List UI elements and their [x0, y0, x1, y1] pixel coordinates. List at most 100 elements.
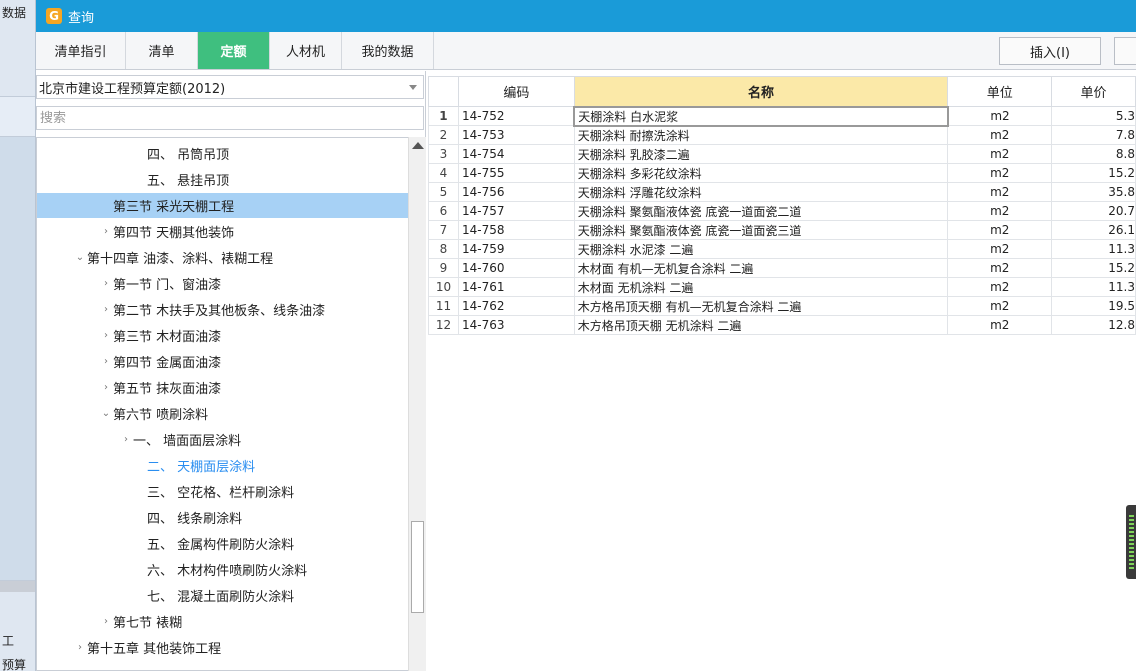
- cell-name[interactable]: 木材面 有机—无机复合涂料 二遍: [573, 258, 949, 278]
- cell-code[interactable]: 14-756: [457, 182, 575, 202]
- tree-chevron-icon[interactable]: ⌄: [73, 252, 87, 263]
- cell-unit[interactable]: m2: [947, 201, 1053, 221]
- tree-item[interactable]: 四、 吊筒吊顶: [37, 141, 408, 166]
- cell-price[interactable]: 19.5: [1051, 296, 1136, 316]
- cell-price[interactable]: 15.2: [1051, 163, 1136, 183]
- cell-name[interactable]: 天棚涂料 乳胶漆二遍: [573, 144, 949, 164]
- cell-code[interactable]: 14-757: [457, 201, 575, 221]
- tree-chevron-icon[interactable]: ⌄: [99, 408, 113, 419]
- scroll-up-arrow-icon[interactable]: [412, 142, 424, 149]
- tab-my-data[interactable]: 我的数据: [342, 32, 434, 69]
- tree-chevron-icon[interactable]: ›: [99, 382, 113, 393]
- cell-unit[interactable]: m2: [947, 239, 1053, 259]
- tree-chevron-icon[interactable]: ›: [73, 642, 87, 653]
- cell-name[interactable]: 天棚涂料 水泥漆 二遍: [573, 239, 949, 259]
- cell-code[interactable]: 14-762: [457, 296, 575, 316]
- tab-labor-material-machine[interactable]: 人材机: [270, 32, 342, 69]
- tree-item[interactable]: ⌄ 第十四章 油漆、涂料、裱糊工程: [37, 245, 408, 270]
- tree-item[interactable]: › 第一节 门、窗油漆: [37, 271, 408, 296]
- cell-unit[interactable]: m2: [947, 125, 1053, 145]
- table-row[interactable]: 7 14-758 天棚涂料 聚氨酯液体瓷 底瓷一道面瓷三道 m2 26.1: [428, 220, 1136, 240]
- cell-code[interactable]: 14-752: [457, 106, 575, 126]
- cell-unit[interactable]: m2: [947, 315, 1053, 335]
- column-header-name[interactable]: 名称: [573, 76, 949, 107]
- cell-unit[interactable]: m2: [947, 220, 1053, 240]
- tree-item[interactable]: › 第四节 金属面油漆: [37, 349, 408, 374]
- cell-code[interactable]: 14-763: [457, 315, 575, 335]
- tree-chevron-icon[interactable]: ›: [99, 226, 113, 237]
- tab-quota[interactable]: 定额: [198, 32, 270, 69]
- cell-price[interactable]: 8.8: [1051, 144, 1136, 164]
- cell-name[interactable]: 木材面 无机涂料 二遍: [573, 277, 949, 297]
- tab-list[interactable]: 清单: [126, 32, 198, 69]
- cell-price[interactable]: 35.8: [1051, 182, 1136, 202]
- cell-name[interactable]: 天棚涂料 浮雕花纹涂料: [573, 182, 949, 202]
- cell-price[interactable]: 11.3: [1051, 277, 1136, 297]
- tree-chevron-icon[interactable]: ›: [99, 616, 113, 627]
- tree-item[interactable]: › 第十五章 其他装饰工程: [37, 635, 408, 660]
- tree-item[interactable]: 五、 悬挂吊顶: [37, 167, 408, 192]
- insert-button[interactable]: 插入(I): [999, 37, 1101, 65]
- cell-price[interactable]: 15.2: [1051, 258, 1136, 278]
- tree-item[interactable]: › 第三节 木材面油漆: [37, 323, 408, 348]
- cell-unit[interactable]: m2: [947, 144, 1053, 164]
- table-row[interactable]: 11 14-762 木方格吊顶天棚 有机—无机复合涂料 二遍 m2 19.5: [428, 296, 1136, 316]
- cell-name[interactable]: 木方格吊顶天棚 有机—无机复合涂料 二遍: [573, 296, 949, 316]
- tree-item[interactable]: 六、 木材构件喷刷防火涂料: [37, 557, 408, 582]
- tree-chevron-icon[interactable]: ›: [99, 356, 113, 367]
- tree-item[interactable]: › 第四节 天棚其他装饰: [37, 219, 408, 244]
- cell-code[interactable]: 14-755: [457, 163, 575, 183]
- tree-chevron-icon[interactable]: ›: [99, 330, 113, 341]
- tree-item[interactable]: ⌄ 第六节 喷刷涂料: [37, 401, 408, 426]
- table-row[interactable]: 12 14-763 木方格吊顶天棚 无机涂料 二遍 m2 12.8: [428, 315, 1136, 335]
- cell-price[interactable]: 12.8: [1051, 315, 1136, 335]
- cell-unit[interactable]: m2: [947, 163, 1053, 183]
- column-header-unit[interactable]: 单位: [947, 76, 1053, 107]
- table-row[interactable]: 9 14-760 木材面 有机—无机复合涂料 二遍 m2 15.2: [428, 258, 1136, 278]
- scrollbar-thumb[interactable]: [411, 521, 424, 613]
- cell-price[interactable]: 20.7: [1051, 201, 1136, 221]
- cell-price[interactable]: 11.3: [1051, 239, 1136, 259]
- table-row[interactable]: 3 14-754 天棚涂料 乳胶漆二遍 m2 8.8: [428, 144, 1136, 164]
- tree-chevron-icon[interactable]: ›: [119, 434, 133, 445]
- tree-item[interactable]: › 第五节 抹灰面油漆: [37, 375, 408, 400]
- cell-code[interactable]: 14-761: [457, 277, 575, 297]
- column-header-code[interactable]: 编码: [457, 76, 575, 107]
- cell-unit[interactable]: m2: [947, 258, 1053, 278]
- table-row[interactable]: 2 14-753 天棚涂料 耐擦洗涂料 m2 7.8: [428, 125, 1136, 145]
- tree-item[interactable]: › 一、 墙面面层涂料: [37, 427, 408, 452]
- cell-name[interactable]: 天棚涂料 聚氨酯液体瓷 底瓷一道面瓷三道: [573, 220, 949, 240]
- tree-item[interactable]: 四、 线条刷涂料: [37, 505, 408, 530]
- tree-item-selected[interactable]: 第三节 采光天棚工程: [37, 193, 408, 218]
- cell-unit[interactable]: m2: [947, 296, 1053, 316]
- table-row[interactable]: 1 14-752 天棚涂料 白水泥浆 m2 5.3: [428, 105, 1136, 127]
- title-bar[interactable]: G 查询: [36, 0, 1136, 32]
- tree-chevron-icon[interactable]: ›: [99, 278, 113, 289]
- quota-library-select[interactable]: 北京市建设工程预算定额(2012): [36, 75, 424, 99]
- cell-price[interactable]: 26.1: [1051, 220, 1136, 240]
- cell-unit[interactable]: m2: [947, 182, 1053, 202]
- toolbar-button[interactable]: [1114, 37, 1136, 65]
- column-header-price[interactable]: 单价: [1051, 76, 1136, 107]
- tree-item[interactable]: 三、 空花格、栏杆刷涂料: [37, 479, 408, 504]
- cell-name[interactable]: 天棚涂料 耐擦洗涂料: [573, 125, 949, 145]
- tree-item[interactable]: 七、 混凝土面刷防火涂料: [37, 583, 408, 608]
- floating-side-widget[interactable]: [1126, 505, 1136, 579]
- table-row[interactable]: 4 14-755 天棚涂料 多彩花纹涂料 m2 15.2: [428, 163, 1136, 183]
- tree-chevron-icon[interactable]: ›: [99, 304, 113, 315]
- table-row[interactable]: 5 14-756 天棚涂料 浮雕花纹涂料 m2 35.8: [428, 182, 1136, 202]
- cell-code[interactable]: 14-754: [457, 144, 575, 164]
- cell-code[interactable]: 14-759: [457, 239, 575, 259]
- table-row[interactable]: 8 14-759 天棚涂料 水泥漆 二遍 m2 11.3: [428, 239, 1136, 259]
- table-row[interactable]: 6 14-757 天棚涂料 聚氨酯液体瓷 底瓷一道面瓷二道 m2 20.7: [428, 201, 1136, 221]
- search-input[interactable]: [36, 106, 424, 130]
- cell-name[interactable]: 天棚涂料 多彩花纹涂料: [573, 163, 949, 183]
- chevron-down-icon[interactable]: [409, 85, 417, 90]
- tree-scrollbar[interactable]: [408, 137, 426, 671]
- cell-name[interactable]: 天棚涂料 聚氨酯液体瓷 底瓷一道面瓷二道: [573, 201, 949, 221]
- tree-item-current[interactable]: 二、 天棚面层涂料: [37, 453, 408, 478]
- table-row[interactable]: 10 14-761 木材面 无机涂料 二遍 m2 11.3: [428, 277, 1136, 297]
- tree-item[interactable]: 五、 金属构件刷防火涂料: [37, 531, 408, 556]
- cell-code[interactable]: 14-760: [457, 258, 575, 278]
- cell-code[interactable]: 14-753: [457, 125, 575, 145]
